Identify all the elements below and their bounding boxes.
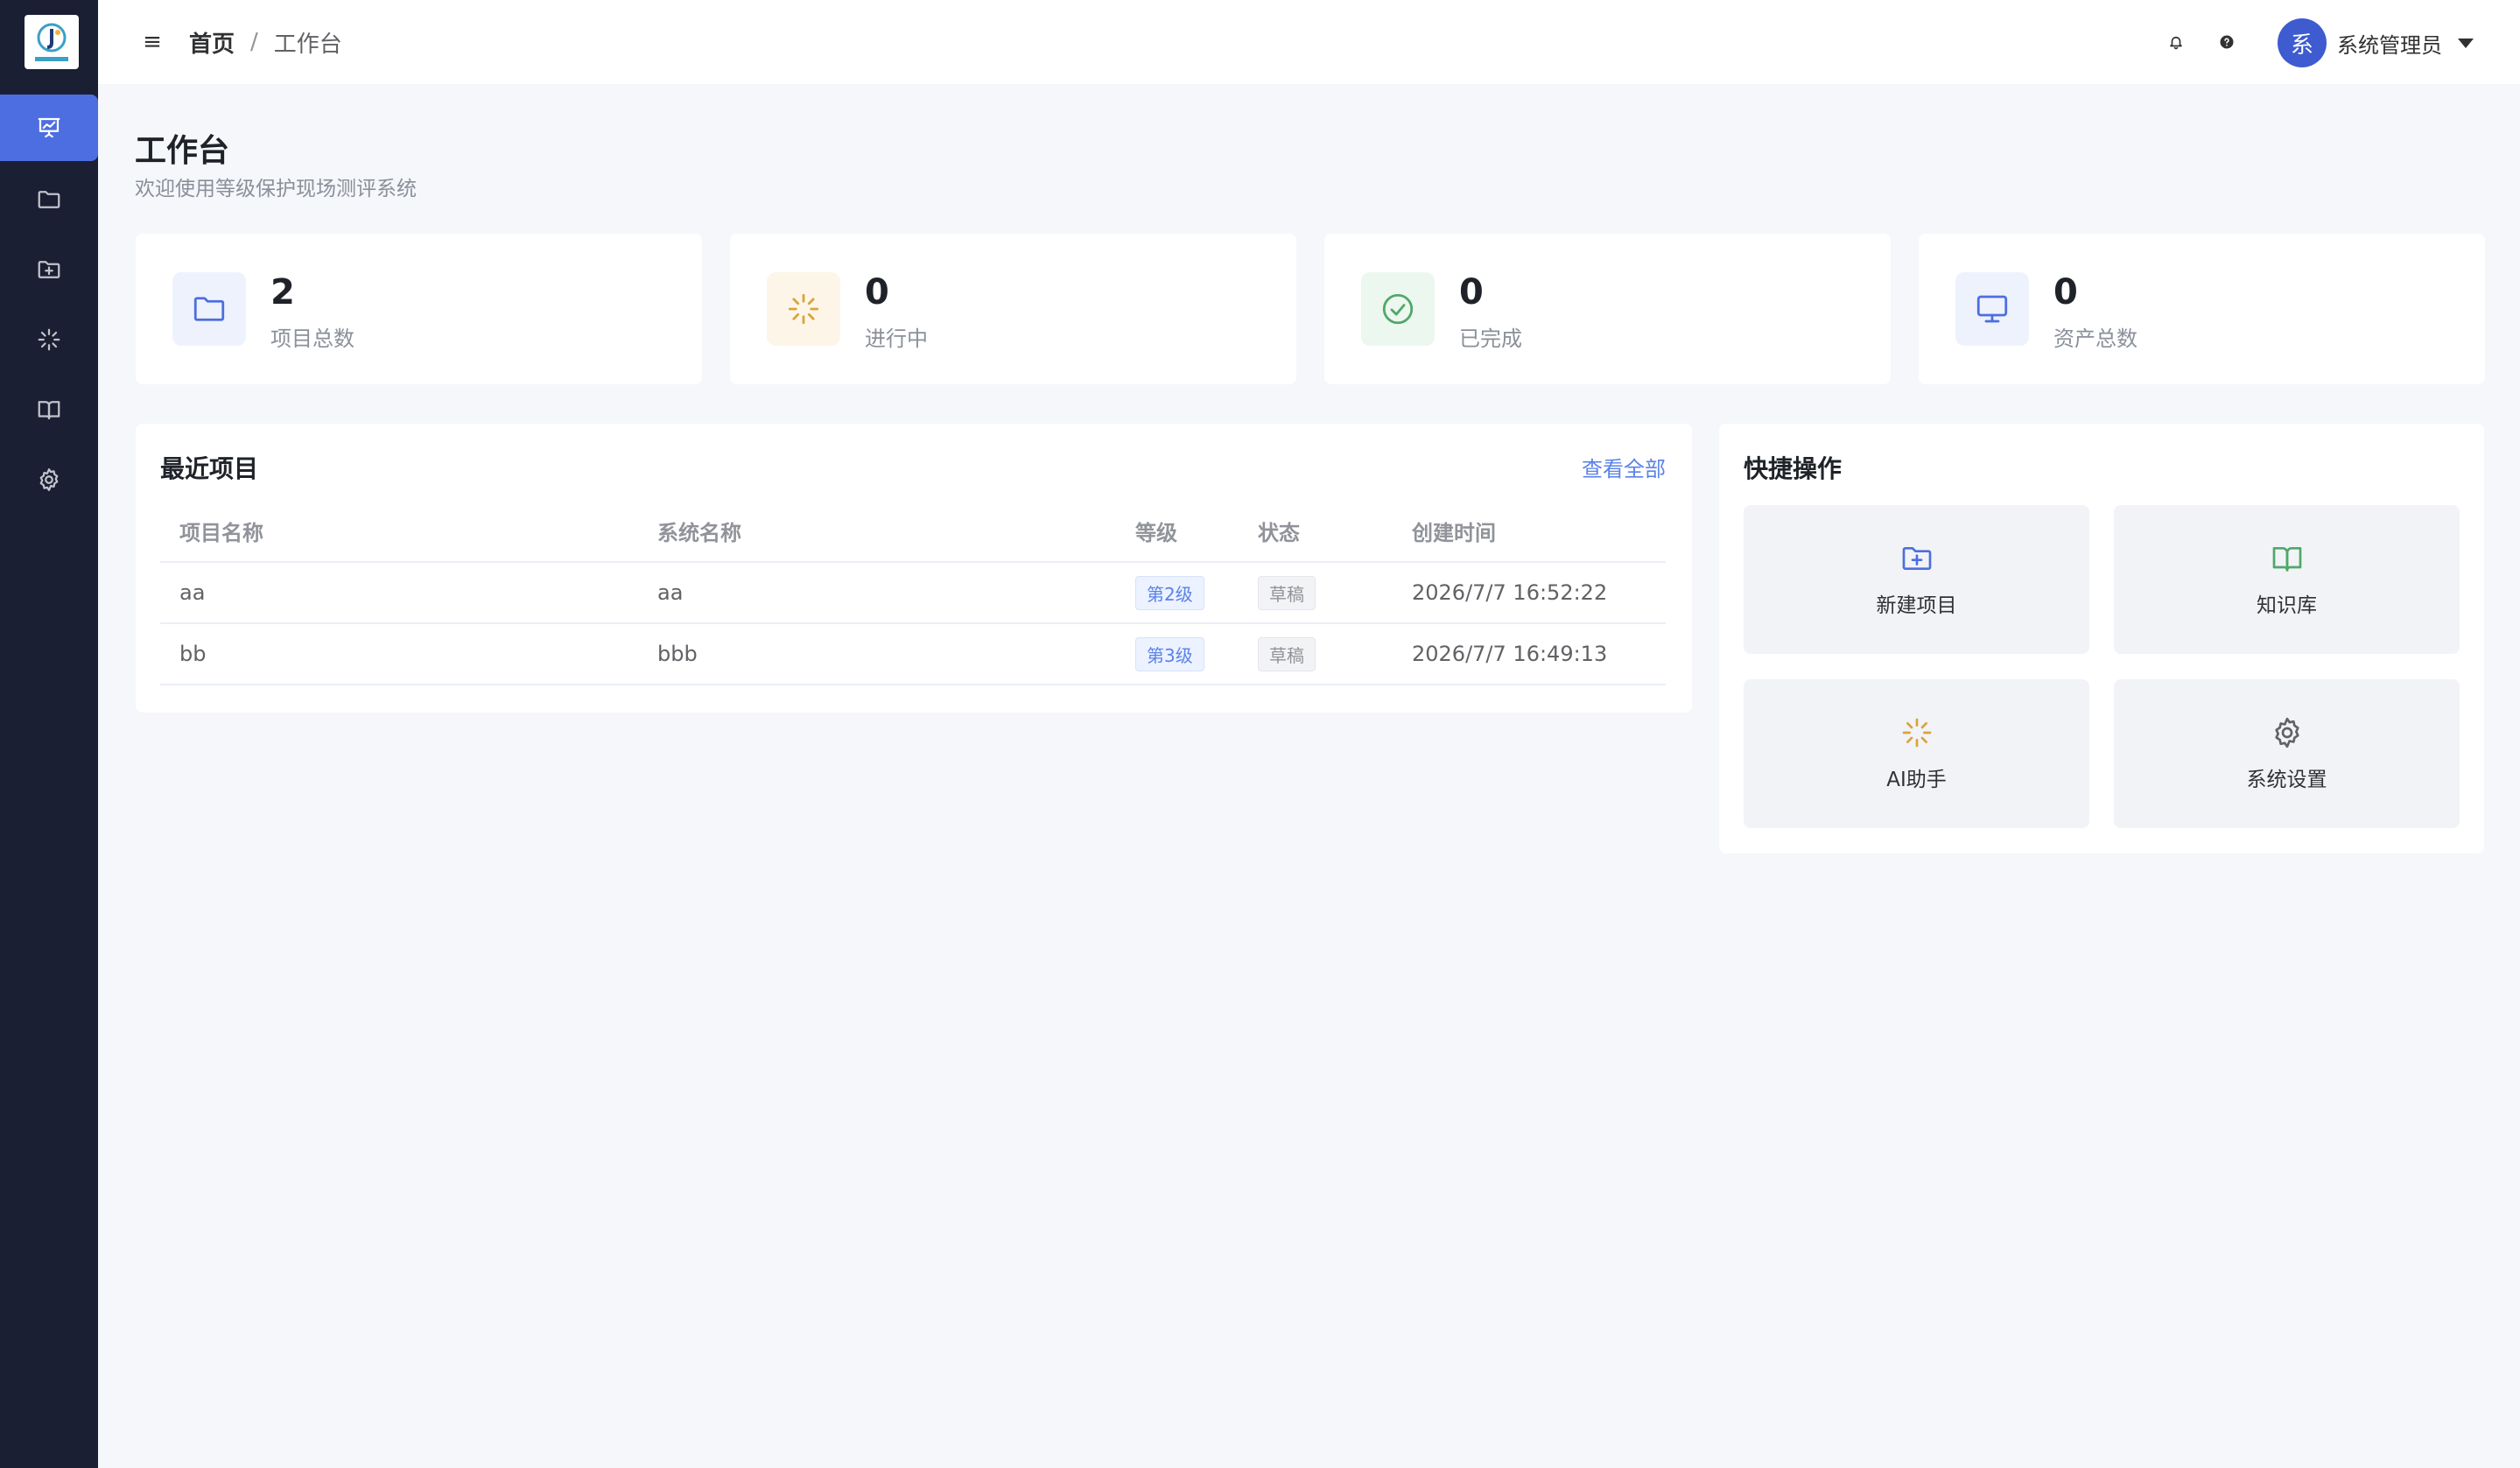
- recent-projects-table: 项目名称 系统名称 等级 状态 创建时间 aa aa 第2级 草稿 2026/7…: [160, 501, 1666, 685]
- cell-system-name: bbb: [638, 623, 1116, 685]
- breadcrumb-current: 工作台: [273, 31, 342, 58]
- stat-value: 0: [2053, 272, 2078, 313]
- sidebar-item-dashboard[interactable]: [0, 95, 98, 161]
- quick-actions-panel: 快捷操作 新建项目 知识库 AI助手 系统设置: [1719, 424, 2484, 853]
- view-all-link[interactable]: 查看全部: [1582, 452, 1666, 482]
- app-logo[interactable]: [25, 15, 79, 69]
- cell-project-name: bb: [160, 623, 638, 685]
- quick-action-label: 知识库: [2257, 594, 2317, 617]
- user-menu[interactable]: 系 系统管理员: [2278, 18, 2474, 68]
- column-header-created-time[interactable]: 创建时间: [1393, 501, 1666, 563]
- stat-card-total-assets: 0 资产总数: [1919, 234, 2485, 384]
- stat-icon-wrapper: [172, 272, 246, 346]
- loader-icon: [788, 293, 819, 325]
- book-open-icon: [38, 401, 60, 420]
- top-header: ≡ 首页 / 工作台 系 系统管理员: [98, 0, 2520, 84]
- stat-card-completed: 0 已完成: [1324, 234, 1891, 384]
- stat-card-total-projects: 2 项目总数: [136, 234, 702, 384]
- avatar: 系: [2278, 18, 2327, 67]
- new-project-button[interactable]: 新建项目: [1744, 505, 2089, 654]
- stat-icon-wrapper: [767, 272, 840, 346]
- cell-level: 第3级: [1116, 623, 1239, 685]
- stat-label: 项目总数: [270, 327, 354, 351]
- stat-card-in-progress: 0 进行中: [730, 234, 1296, 384]
- level-badge: 第3级: [1135, 636, 1204, 671]
- hamburger-icon: ≡: [143, 29, 162, 55]
- sidebar-item-new-project[interactable]: [0, 236, 98, 303]
- cell-level: 第2级: [1116, 562, 1239, 624]
- table-row[interactable]: aa aa 第2级 草稿 2026/7/7 16:52:22: [160, 562, 1666, 624]
- recent-projects-title: 最近项目: [160, 454, 259, 483]
- cell-status: 草稿: [1239, 623, 1393, 685]
- quick-action-label: 新建项目: [1876, 594, 1957, 617]
- logo-icon: [35, 23, 68, 61]
- column-header-system-name[interactable]: 系统名称: [638, 501, 1116, 563]
- breadcrumb-separator: /: [250, 29, 258, 55]
- app-root: ≡ 首页 / 工作台 系 系统管理员 工作台 欢迎使用等级保护现场测评系统 2 …: [0, 0, 2520, 1468]
- folder-plus-icon: [1902, 547, 1931, 570]
- column-header-status[interactable]: 状态: [1239, 501, 1393, 563]
- column-header-level[interactable]: 等级: [1116, 501, 1239, 563]
- sidebar-item-settings[interactable]: [0, 446, 98, 513]
- recent-projects-panel: 最近项目 查看全部 项目名称 系统名称 等级 状态 创建时间 aa aa 第2级…: [136, 424, 1692, 713]
- menu-toggle-button[interactable]: ≡: [137, 26, 168, 58]
- ai-assistant-button[interactable]: AI助手: [1744, 679, 2089, 828]
- loader-icon: [1902, 718, 1931, 748]
- table-header-row: 项目名称 系统名称 等级 状态 创建时间: [160, 501, 1666, 563]
- stat-value: 0: [865, 272, 889, 313]
- system-settings-button[interactable]: 系统设置: [2114, 679, 2460, 828]
- status-badge: 草稿: [1258, 575, 1316, 610]
- stat-icon-wrapper: [1955, 272, 2029, 346]
- cell-project-name: aa: [160, 562, 638, 624]
- sidebar-item-ai-assistant[interactable]: [0, 306, 98, 373]
- page-subtitle: 欢迎使用等级保护现场测评系统: [135, 178, 417, 200]
- knowledge-base-button[interactable]: 知识库: [2114, 505, 2460, 654]
- column-header-project-name[interactable]: 项目名称: [160, 501, 638, 563]
- folder-icon: [38, 191, 60, 208]
- cell-created-time: 2026/7/7 16:52:22: [1393, 562, 1666, 624]
- sidebar-item-projects[interactable]: [0, 166, 98, 233]
- quick-action-label: AI助手: [1886, 769, 1947, 791]
- stat-label: 进行中: [865, 327, 928, 351]
- sidebar: [0, 0, 98, 1468]
- table-row[interactable]: bb bbb 第3级 草稿 2026/7/7 16:49:13: [160, 623, 1666, 685]
- folder-plus-icon: [38, 261, 60, 278]
- stat-value: 2: [270, 272, 295, 313]
- cell-status: 草稿: [1239, 562, 1393, 624]
- user-name: 系统管理员: [2337, 32, 2442, 58]
- cell-system-name: aa: [638, 562, 1116, 624]
- breadcrumb: 首页 / 工作台: [189, 26, 342, 58]
- check-circle-icon: [1382, 293, 1414, 325]
- status-badge: 草稿: [1258, 636, 1316, 671]
- book-open-icon: [2272, 547, 2301, 572]
- stat-label: 资产总数: [2053, 327, 2137, 351]
- notification-button[interactable]: [2162, 28, 2190, 56]
- bell-icon: [2170, 36, 2182, 50]
- sidebar-item-knowledge-base[interactable]: [0, 376, 98, 443]
- monitor-icon: [1976, 295, 2008, 323]
- page-title: 工作台: [135, 133, 230, 169]
- stat-label: 已完成: [1459, 327, 1522, 351]
- quick-action-label: 系统设置: [2246, 769, 2327, 791]
- stat-icon-wrapper: [1361, 272, 1435, 346]
- breadcrumb-home[interactable]: 首页: [189, 26, 235, 59]
- gear-icon: [39, 468, 59, 491]
- level-badge: 第2级: [1135, 575, 1204, 610]
- loader-icon: [38, 328, 60, 351]
- quick-actions-title: 快捷操作: [1744, 454, 1843, 483]
- gear-icon: [2274, 717, 2299, 748]
- cell-created-time: 2026/7/7 16:49:13: [1393, 623, 1666, 685]
- folder-icon: [193, 297, 225, 321]
- presentation-chart-icon: [38, 117, 60, 138]
- stat-value: 0: [1459, 272, 1484, 313]
- help-button[interactable]: [2213, 28, 2241, 56]
- caret-down-icon: [2458, 38, 2474, 48]
- help-circle-icon: [2220, 35, 2234, 49]
